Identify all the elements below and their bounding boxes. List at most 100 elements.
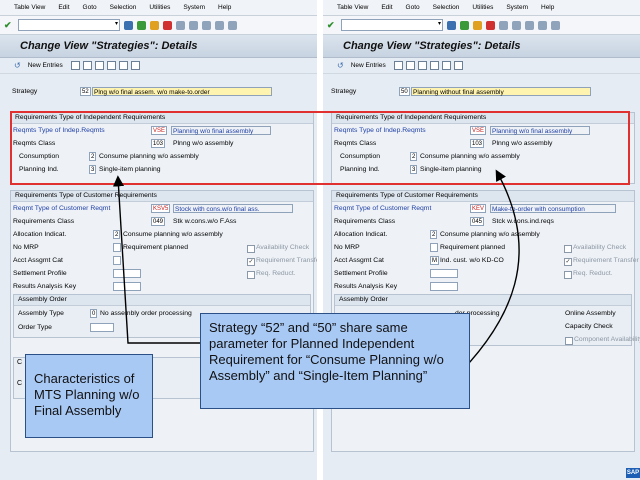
strategy-code[interactable]: 50 [399, 87, 410, 96]
page-title: Change View "Strategies": Details [323, 35, 640, 58]
chevron-down-icon[interactable]: ▾ [438, 20, 441, 27]
order-type-field[interactable] [90, 323, 114, 332]
menu-help[interactable]: Help [541, 4, 554, 11]
find-next-icon[interactable] [525, 20, 534, 30]
next-entry-icon[interactable] [441, 61, 451, 70]
requirement-transfer-label: Requirement Transfer [256, 257, 317, 264]
delete-icon[interactable] [82, 61, 92, 70]
settlement-profile-field[interactable] [113, 269, 141, 278]
results-label: Results Analysis Key [334, 283, 398, 290]
menu-system[interactable]: System [506, 4, 528, 11]
print-icon[interactable] [176, 20, 185, 30]
delete-icon[interactable] [405, 61, 415, 70]
undo-icon[interactable] [94, 61, 104, 70]
alloc-code: 2 [430, 230, 438, 239]
undo-icon[interactable] [417, 61, 427, 70]
display-change-icon[interactable]: ↺ [337, 61, 344, 70]
nomrp-field[interactable] [113, 243, 121, 252]
back-icon[interactable] [460, 20, 469, 30]
cust-reqmt-code[interactable]: KSV5 [151, 204, 171, 213]
strategy-description: Plng w/o final assem. w/o make-to.order [92, 87, 272, 96]
copy-icon[interactable] [70, 61, 80, 70]
save-icon[interactable] [124, 20, 133, 30]
requirement-transfer-checkbox[interactable]: ✓ [564, 258, 572, 266]
other-entry-icon[interactable] [453, 61, 463, 70]
settle-label: Settlement Profile [13, 270, 67, 277]
cancel-icon[interactable] [486, 20, 495, 30]
menu-utilities[interactable]: Utilities [149, 4, 170, 11]
first-page-icon[interactable] [215, 20, 224, 30]
find-next-icon[interactable] [202, 20, 211, 30]
menu-help[interactable]: Help [218, 4, 231, 11]
alloc-code: 2 [113, 230, 121, 239]
availability-check-checkbox[interactable] [564, 245, 572, 253]
cust-class-code: 049 [151, 217, 166, 226]
acct-code[interactable]: M [430, 256, 439, 265]
alloc-description: Consume planning w/o assembly [440, 231, 540, 238]
requirement-transfer-checkbox[interactable]: ✓ [247, 258, 255, 266]
first-page-icon[interactable] [538, 20, 547, 30]
menu-system[interactable]: System [183, 4, 205, 11]
menu-selection[interactable]: Selection [110, 4, 137, 11]
print-icon[interactable] [499, 20, 508, 30]
save-icon[interactable] [447, 20, 456, 30]
strategy-code[interactable]: 52 [80, 87, 91, 96]
page-title: Change View "Strategies": Details [0, 35, 317, 58]
results-analysis-field[interactable] [430, 282, 458, 291]
menu-goto[interactable]: Goto [406, 4, 420, 11]
req-reduct-checkbox[interactable] [247, 271, 255, 279]
exit-icon[interactable] [473, 20, 482, 30]
new-entries-button[interactable]: New Entries [28, 62, 63, 69]
menu-edit[interactable]: Edit [58, 4, 69, 11]
results-analysis-field[interactable] [113, 282, 141, 291]
availability-check-checkbox[interactable] [247, 245, 255, 253]
previous-entry-icon[interactable] [429, 61, 439, 70]
cust-reqmt-description: Make-to-order with consumption [490, 204, 616, 213]
nomrp-field[interactable] [430, 243, 438, 252]
cust-class-label: Requirements Class [13, 218, 75, 225]
acct-label: Acct Assgmt Cat [334, 257, 384, 264]
highlight-box [10, 111, 630, 185]
settlement-profile-field[interactable] [430, 269, 458, 278]
other-entry-icon[interactable] [130, 61, 140, 70]
exit-icon[interactable] [150, 20, 159, 30]
cust-class-description: Stk w.cons.w/o F.Ass [173, 218, 237, 225]
cust-class-description: Stck w.cons.ind.reqs [492, 218, 554, 225]
req-reduct-checkbox[interactable] [564, 271, 572, 279]
group-title: Requirements Type of Customer Requiremen… [332, 191, 634, 202]
last-page-icon[interactable] [228, 20, 237, 30]
alloc-label: Allocation Indicat. [13, 231, 67, 238]
find-icon[interactable] [512, 20, 521, 30]
last-page-icon[interactable] [551, 20, 560, 30]
menu-edit[interactable]: Edit [381, 4, 392, 11]
next-entry-icon[interactable] [118, 61, 128, 70]
command-field[interactable]: ▾ [18, 19, 120, 31]
menu-table-view[interactable]: Table View [14, 4, 45, 11]
copy-icon[interactable] [393, 61, 403, 70]
cust-class-label: Requirements Class [334, 218, 396, 225]
standard-toolbar: ✔ ▾ [323, 16, 640, 35]
online-assembly-label: Online Assembly [565, 310, 616, 317]
cust-reqmt-code[interactable]: KEV [470, 204, 487, 213]
menu-table-view[interactable]: Table View [337, 4, 368, 11]
assembly-type-label: Assembly Type [18, 310, 64, 317]
find-icon[interactable] [189, 20, 198, 30]
enter-check-icon[interactable]: ✔ [4, 20, 14, 30]
cancel-icon[interactable] [163, 20, 172, 30]
chevron-down-icon[interactable]: ▾ [115, 20, 118, 27]
display-change-icon[interactable]: ↺ [14, 61, 21, 70]
alloc-label: Allocation Indicat. [334, 231, 388, 238]
command-field[interactable]: ▾ [341, 19, 443, 31]
assembly-order-title: Assembly Order [14, 295, 310, 306]
back-icon[interactable] [137, 20, 146, 30]
capacity-check-label: Capacity Check [565, 323, 613, 330]
new-entries-button[interactable]: New Entries [351, 62, 386, 69]
cust-reqmt-label: Reqmt Type of Customer Reqmt [334, 205, 432, 212]
menu-selection[interactable]: Selection [433, 4, 460, 11]
acct-field[interactable] [113, 256, 121, 265]
enter-check-icon[interactable]: ✔ [327, 20, 337, 30]
menu-utilities[interactable]: Utilities [472, 4, 493, 11]
previous-entry-icon[interactable] [106, 61, 116, 70]
component-availability-checkbox[interactable] [565, 337, 573, 345]
menu-goto[interactable]: Goto [83, 4, 97, 11]
